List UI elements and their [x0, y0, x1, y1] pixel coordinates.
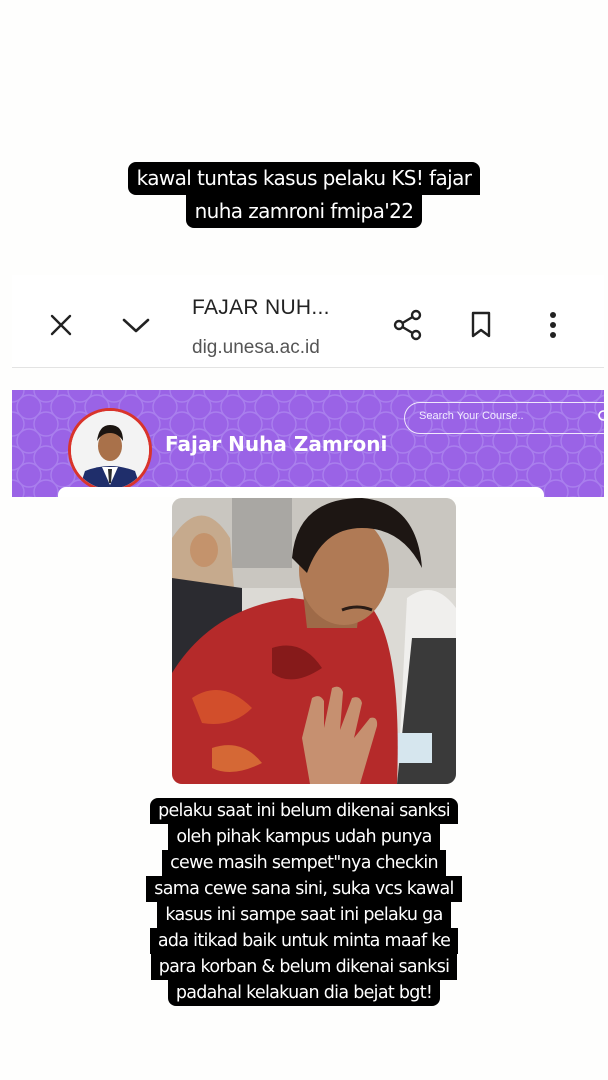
page-url[interactable]: dig.unesa.ac.id — [192, 337, 320, 359]
avatar — [68, 408, 152, 492]
person-photo — [172, 498, 456, 784]
caption-bottom-line: padahal kelakuan dia bejat bgt! — [167, 980, 441, 1006]
caption-bottom-line: para korban & belum dikenai sanksi — [150, 954, 458, 980]
share-icon[interactable] — [393, 309, 423, 346]
profile-banner: Fajar Nuha Zamroni — [12, 390, 604, 497]
page-title: FAJAR NUH... — [192, 296, 330, 319]
more-vert-icon[interactable] — [549, 311, 557, 344]
caption-bottom-line: kasus ini sampe saat ini pelaku ga — [157, 902, 451, 928]
content-card-edge — [58, 487, 544, 497]
caption-top: kawal tuntas kasus pelaku KS! fajar nuha… — [0, 162, 608, 228]
caption-bottom-line: cewe masih sempet"nya checkin — [162, 850, 446, 876]
search-icon[interactable] — [597, 409, 604, 430]
profile-name: Fajar Nuha Zamroni — [165, 432, 388, 456]
chevron-down-icon[interactable] — [122, 318, 150, 339]
caption-top-line: kawal tuntas kasus pelaku KS! fajar — [127, 162, 481, 195]
bookmark-icon[interactable] — [470, 311, 492, 344]
browser-toolbar: FAJAR NUH... dig.unesa.ac.id — [12, 275, 604, 368]
caption-bottom-line: pelaku saat ini belum dikenai sanksi — [150, 798, 458, 824]
caption-bottom-line: sama cewe sana sini, suka vcs kawal — [146, 876, 462, 902]
caption-top-line: nuha zamroni fmipa'22 — [185, 195, 423, 228]
caption-bottom-line: ada itikad baik untuk minta maaf ke — [149, 928, 459, 954]
course-search[interactable] — [404, 402, 604, 434]
close-icon[interactable] — [50, 314, 72, 341]
search-input[interactable] — [417, 409, 581, 423]
caption-bottom: pelaku saat ini belum dikenai sanksi ole… — [0, 798, 608, 1006]
caption-bottom-line: oleh pihak kampus udah punya — [168, 824, 440, 850]
